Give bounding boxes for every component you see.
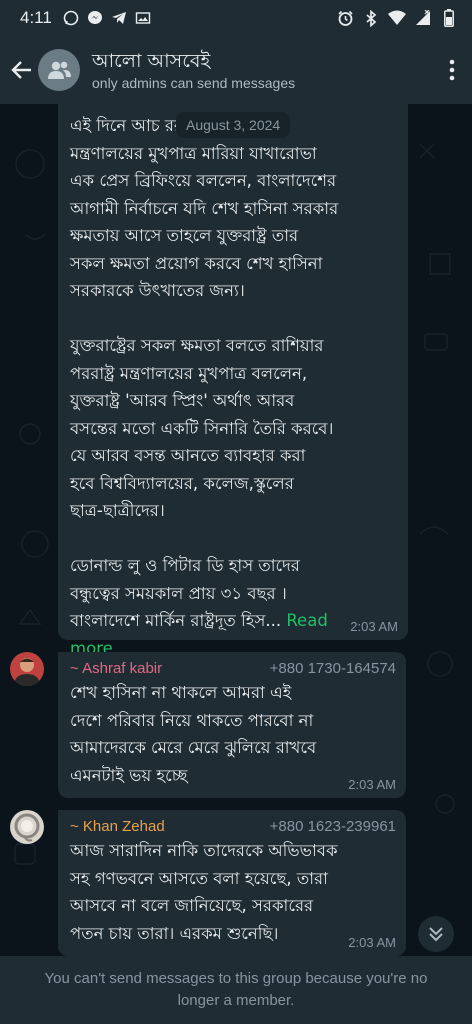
more-vert-icon [449, 59, 455, 81]
scroll-to-bottom-button[interactable] [418, 916, 454, 952]
footer-notice: You can't send messages to this group be… [0, 956, 472, 1024]
sender-phone: +880 1730-164574 [269, 660, 396, 677]
message-time: 2:03 AM [348, 777, 396, 792]
double-chevron-down-icon [429, 927, 443, 942]
system-icons [336, 9, 458, 27]
signal-icon [414, 9, 432, 27]
back-arrow-icon [11, 61, 31, 79]
status-bar: 4:11 [0, 0, 472, 36]
alarm-icon [336, 9, 354, 27]
message-time: 2:03 AM [350, 619, 398, 634]
group-info[interactable]: আলো আসবেই only admins can send messages [92, 49, 440, 91]
person-photo-icon [10, 810, 44, 844]
sender-name[interactable]: ~ Khan Zehad [70, 818, 165, 835]
sender-row: ~ Khan Zehad +880 1623-239961 [70, 818, 396, 835]
sender-phone: +880 1623-239961 [269, 818, 396, 835]
message-bubble[interactable]: ~ Ashraf kabir +880 1730-164574 শেখ হাসি… [58, 652, 406, 798]
more-options-button[interactable] [440, 50, 464, 90]
message-bubble[interactable]: ~ Khan Zehad +880 1623-239961 আজ সারাদিন… [58, 810, 406, 956]
message-bubble[interactable]: এই দিনে আচ ররাষ্ট্র মন্ত্রণালয়ের মুখপাত… [58, 104, 408, 658]
message-text: এই দিনে আচ ররাষ্ট্র মন্ত্রণালয়ের মুখপাত… [70, 112, 398, 662]
photo-icon [134, 9, 152, 27]
sender-avatar[interactable] [10, 810, 44, 844]
message-time: 2:03 AM [348, 935, 396, 950]
group-icon [48, 61, 71, 79]
status-time: 4:11 [20, 8, 52, 27]
sender-row: ~ Ashraf kabir +880 1730-164574 [70, 660, 396, 677]
chat-area[interactable]: এই দিনে আচ ররাষ্ট্র মন্ত্রণালয়ের মুখপাত… [0, 104, 472, 956]
footer-notice-text: You can't send messages to this group be… [44, 970, 428, 1009]
bluetooth-icon [362, 9, 380, 27]
whatsapp-icon [62, 9, 80, 27]
message-body: এই দিনে আচ ররাষ্ট্র মন্ত্রণালয়ের মুখপাত… [70, 116, 339, 630]
back-button[interactable] [8, 50, 36, 90]
message-text: আজ সারাদিন নাকি তাদেরকে অভিভাবক সহ গণভবন… [70, 841, 338, 943]
chat-header: আলো আসবেই only admins can send messages [0, 36, 472, 104]
notification-icons [62, 9, 152, 27]
sender-name[interactable]: ~ Ashraf kabir [70, 660, 162, 677]
message-text: শেখ হাসিনা না থাকলে আমরা এই দেশে পরিবার … [70, 683, 317, 785]
date-pill: August 3, 2024 [176, 112, 291, 138]
wifi-icon [388, 9, 406, 27]
messenger-icon [86, 9, 104, 27]
sender-avatar[interactable] [10, 652, 44, 686]
group-name: আলো আসবেই [92, 50, 211, 72]
group-subtitle: only admins can send messages [92, 75, 296, 91]
battery-icon [440, 9, 458, 27]
group-avatar[interactable] [38, 49, 80, 91]
telegram-icon [110, 9, 128, 27]
person-photo-icon [10, 652, 44, 686]
